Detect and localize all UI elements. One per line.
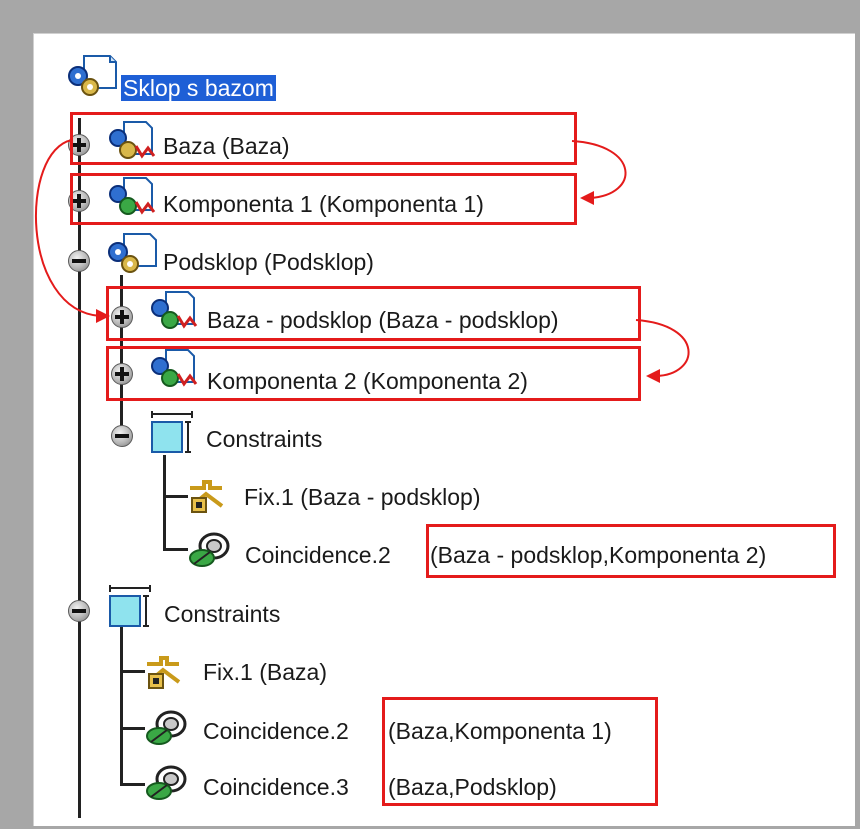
arrow-head [580,191,594,205]
arrow-baza-to-podsklop [34,139,101,317]
arrow-baza-to-komponenta-1 [571,140,627,199]
arrow-head [96,309,110,323]
arrows-overlay [34,139,690,383]
arrow-podsklop-to-komponenta-2 [635,319,690,377]
arrow-head [646,369,660,383]
